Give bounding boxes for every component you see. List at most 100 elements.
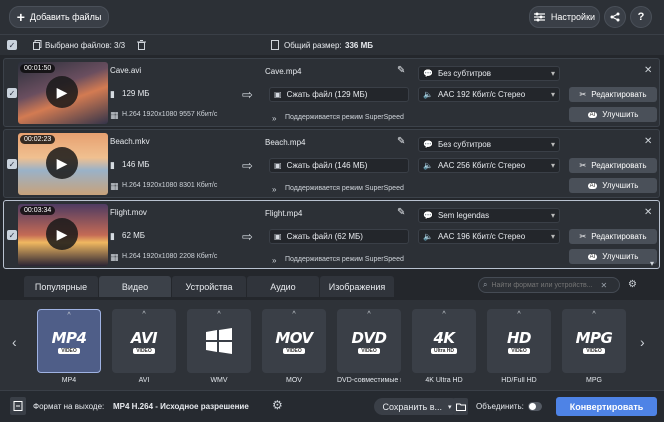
- edit-button[interactable]: ✂ Редактировать: [569, 158, 657, 173]
- output-format-value[interactable]: MP4 H.264 - Исходное разрешение: [113, 402, 249, 411]
- format-logo-sub: VIDEO: [58, 347, 80, 354]
- tab-devices[interactable]: Устройства: [172, 276, 246, 297]
- top-toolbar: + Добавить файлы Настройки ?: [0, 0, 664, 34]
- output-filename[interactable]: Beach.mp4: [265, 138, 305, 147]
- subtitles-dropdown[interactable]: 💬 Sem legendas ▾: [418, 208, 560, 223]
- enhance-button[interactable]: AI Улучшить: [569, 107, 657, 122]
- tab-audio[interactable]: Аудио: [247, 276, 319, 297]
- subtitles-dropdown[interactable]: 💬 Без субтитров ▾: [418, 66, 560, 81]
- rename-pencil-icon[interactable]: ✎: [397, 136, 405, 147]
- compress-dropdown[interactable]: ▣ Сжать файл (129 МБ): [269, 87, 409, 102]
- format-search-input[interactable]: [491, 281, 597, 289]
- format-hd[interactable]: ^ HD VIDEO: [487, 309, 551, 373]
- format-wmv[interactable]: ^: [187, 309, 251, 373]
- video-thumbnail[interactable]: 00:03:34 ▶: [18, 204, 108, 266]
- enhance-button[interactable]: AI Улучшить: [569, 249, 657, 264]
- file-row[interactable]: ✓ 00:03:34 ▶ Flight.mov ▮ 62 МБ ▦ H.264 …: [3, 200, 660, 269]
- output-format-icon[interactable]: [10, 397, 26, 415]
- share-button[interactable]: [604, 6, 626, 28]
- audio-dropdown[interactable]: 🔈 AAC 196 Кбит/с Стерео ▾: [418, 229, 560, 244]
- scroll-left-icon[interactable]: ‹: [12, 334, 17, 350]
- tab-video[interactable]: Видео: [99, 276, 171, 297]
- file-row[interactable]: ✓ 00:02:23 ▶ Beach.mkv ▮ 146 МБ ▦ H.264 …: [3, 129, 660, 198]
- video-thumbnail[interactable]: 00:01:50 ▶: [18, 62, 108, 124]
- compress-dropdown[interactable]: ▣ Сжать файл (62 МБ): [269, 229, 409, 244]
- scroll-right-icon[interactable]: ›: [640, 334, 645, 350]
- output-filename[interactable]: Cave.mp4: [265, 67, 301, 76]
- edit-button[interactable]: ✂ Редактировать: [569, 229, 657, 244]
- format-search-field[interactable]: ⌕ ✕: [478, 277, 620, 293]
- file-checkbox[interactable]: ✓: [7, 88, 17, 98]
- compress-dropdown[interactable]: ▣ Сжать файл (146 МБ): [269, 158, 409, 173]
- trash-icon[interactable]: [137, 40, 146, 50]
- settings-button[interactable]: Настройки: [529, 6, 600, 28]
- play-icon[interactable]: ▶: [46, 147, 78, 179]
- save-to-label: Сохранить в...: [382, 401, 442, 412]
- superspeed-label: Поддерживается режим SuperSpeed: [285, 114, 404, 121]
- film-icon: ▦: [110, 110, 119, 120]
- settings-sliders-icon: [533, 12, 545, 22]
- file-checkbox[interactable]: ✓: [7, 159, 17, 169]
- film-icon: ▦: [110, 252, 119, 262]
- format-mpg[interactable]: ^ MPG VIDEO: [562, 309, 626, 373]
- remove-file-icon[interactable]: ✕: [644, 136, 652, 147]
- output-filename[interactable]: Flight.mp4: [265, 209, 302, 218]
- collapse-panel-icon[interactable]: ▾: [650, 259, 654, 268]
- selected-files-count: 3/3: [114, 41, 126, 50]
- audio-dropdown[interactable]: 🔈 AAC 192 Кбит/с Стерео ▾: [418, 87, 560, 102]
- format-label: WMV: [210, 377, 228, 384]
- format-logo: DVD: [351, 328, 387, 347]
- subtitles-dropdown[interactable]: 💬 Без субтитров ▾: [418, 137, 560, 152]
- tab-label: Изображения: [328, 281, 386, 292]
- format-label: DVD-совместимые в...: [337, 377, 401, 384]
- rename-pencil-icon[interactable]: ✎: [397, 65, 405, 76]
- tab-images[interactable]: Изображения: [320, 276, 394, 297]
- convert-button[interactable]: Конвертировать: [556, 397, 657, 416]
- enhance-button[interactable]: AI Улучшить: [569, 178, 657, 193]
- convert-arrow-icon: ⇨: [242, 87, 253, 102]
- format-4k[interactable]: ^ 4K Ultra HD: [412, 309, 476, 373]
- duration-badge: 00:02:23: [20, 135, 56, 144]
- rename-pencil-icon[interactable]: ✎: [397, 207, 405, 218]
- format-logo: AVI: [130, 328, 158, 347]
- chevron-up-icon: ^: [67, 312, 71, 319]
- source-codec: H.264 1920x1080 8301 Кбит/с: [122, 182, 218, 189]
- file-checkbox[interactable]: ✓: [7, 230, 17, 240]
- compress-label: Сжать файл (146 МБ): [286, 161, 368, 170]
- select-all-checkbox[interactable]: ✓: [7, 40, 17, 50]
- subtitles-label: Без субтитров: [437, 69, 491, 78]
- source-codec: H.264 1920x1080 9557 Кбит/с: [122, 111, 218, 118]
- edit-button[interactable]: ✂ Редактировать: [569, 87, 657, 102]
- subtitles-icon: 💬: [423, 211, 433, 220]
- files-icon: [33, 40, 42, 50]
- save-to-button[interactable]: Сохранить в... ▾: [374, 398, 460, 415]
- file-row[interactable]: ✓ 00:01:50 ▶ Cave.avi ▮ 129 МБ ▦ H.264 1…: [3, 58, 660, 127]
- clear-search-icon[interactable]: ✕: [600, 281, 607, 290]
- compress-icon: ▣: [274, 90, 282, 99]
- format-settings-icon[interactable]: ⚙: [628, 279, 637, 290]
- format-mp4[interactable]: ^ MP4 VIDEO: [37, 309, 101, 373]
- edit-label: Редактировать: [591, 232, 647, 241]
- format-dvd[interactable]: ^ DVD VIDEO: [337, 309, 401, 373]
- output-settings-gear-icon[interactable]: ⚙: [272, 398, 283, 412]
- format-tabs-bar: Популярные Видео Устройства Аудио Изобра…: [0, 272, 664, 300]
- merge-label: Объединить:: [476, 402, 524, 411]
- subtitles-label: Без субтитров: [437, 140, 491, 149]
- tab-popular[interactable]: Популярные: [24, 276, 98, 297]
- tab-label: Устройства: [185, 281, 233, 292]
- format-avi[interactable]: ^ AVI VIDEO: [112, 309, 176, 373]
- remove-file-icon[interactable]: ✕: [644, 65, 652, 76]
- play-icon[interactable]: ▶: [46, 218, 78, 250]
- play-icon[interactable]: ▶: [46, 76, 78, 108]
- open-folder-button[interactable]: [453, 398, 468, 415]
- format-logo: 4K: [433, 328, 455, 347]
- add-files-button[interactable]: + Добавить файлы: [9, 6, 109, 28]
- help-button[interactable]: ?: [630, 6, 652, 28]
- format-mov[interactable]: ^ MOV VIDEO: [262, 309, 326, 373]
- convert-arrow-icon: ⇨: [242, 158, 253, 173]
- remove-file-icon[interactable]: ✕: [644, 207, 652, 218]
- merge-toggle[interactable]: [528, 402, 542, 411]
- video-thumbnail[interactable]: 00:02:23 ▶: [18, 133, 108, 195]
- total-size-label: Общий размер:: [284, 41, 342, 50]
- audio-dropdown[interactable]: 🔈 AAC 256 Кбит/с Стерео ▾: [418, 158, 560, 173]
